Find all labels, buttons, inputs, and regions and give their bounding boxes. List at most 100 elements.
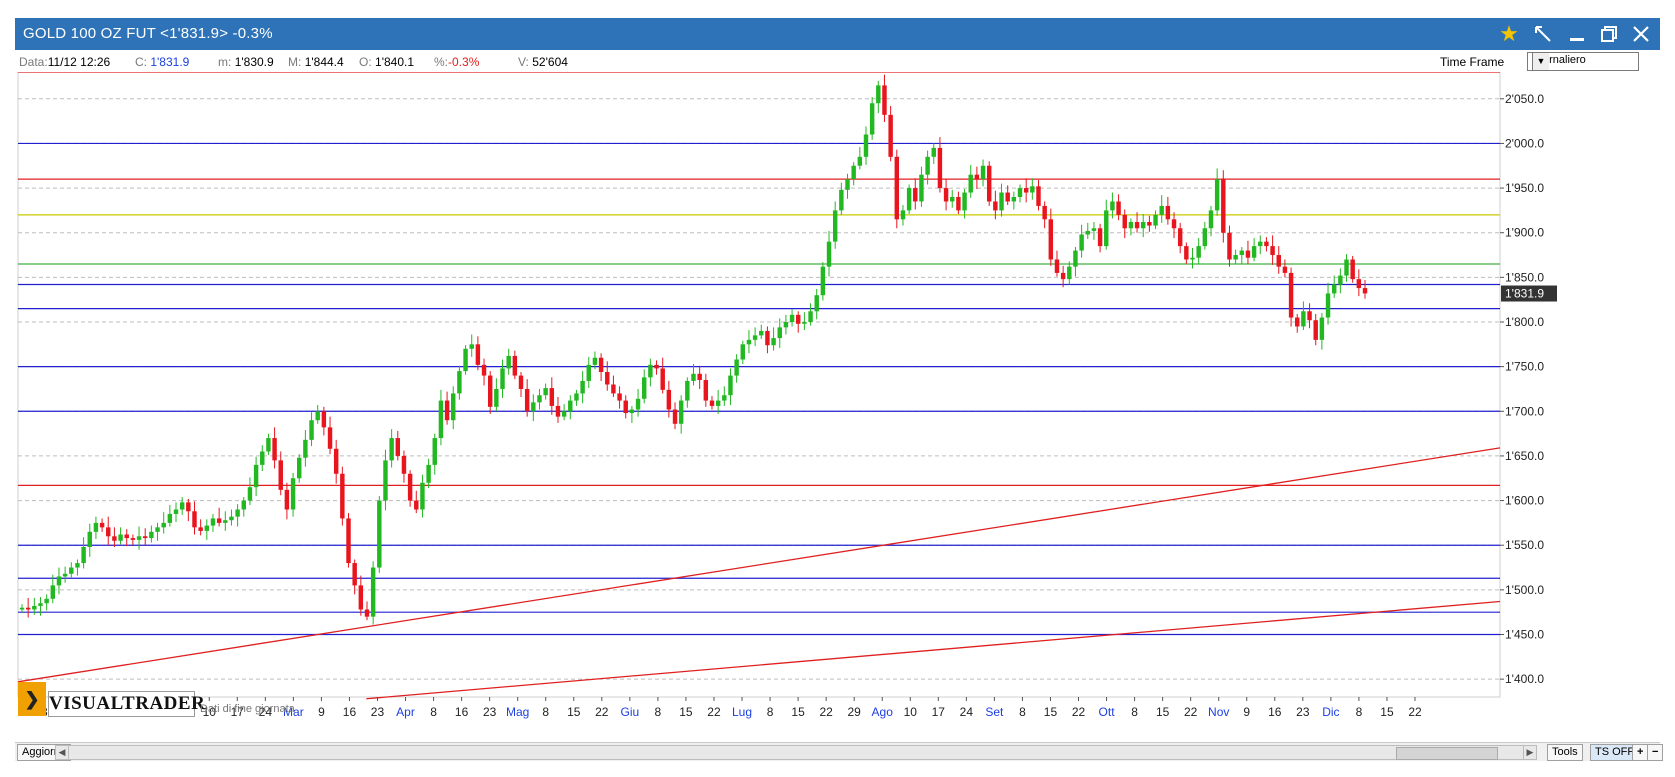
- y-tick-label: 1'700.0: [1505, 404, 1544, 418]
- candle-body: [315, 411, 320, 421]
- candle-body: [1356, 279, 1362, 289]
- info-close: C: 1'831.9: [135, 55, 190, 69]
- candle-body: [1060, 272, 1066, 280]
- candle-body: [44, 598, 49, 604]
- candle-body: [1202, 228, 1208, 247]
- x-tick-label: Ott: [1099, 705, 1116, 719]
- x-tick-label: 8: [1131, 705, 1138, 719]
- candle-body: [660, 368, 665, 390]
- candle-body: [666, 389, 672, 410]
- candle-body: [69, 567, 74, 574]
- candle-body: [1141, 222, 1146, 229]
- candle-body: [25, 607, 31, 610]
- x-tick-label: Giu: [621, 705, 640, 719]
- candle-body: [278, 460, 283, 490]
- chart-area[interactable]: 1'400.0 1'450.0 1'500.0 1'550.0 1'600.0 1'650…: [15, 71, 1660, 742]
- candle-body: [863, 134, 869, 157]
- candle-body: [401, 455, 407, 474]
- candle-body: [1023, 188, 1029, 193]
- candle-body: [1288, 272, 1294, 318]
- candle-body: [1301, 311, 1306, 327]
- candle-body: [869, 103, 875, 135]
- candle-body: [1054, 259, 1060, 273]
- candle-body: [993, 201, 998, 211]
- minimize-icon[interactable]: [1563, 20, 1591, 48]
- y-tick-label: 1'500.0: [1505, 583, 1544, 597]
- candle-body: [678, 400, 684, 424]
- tools-button[interactable]: Tools: [1547, 744, 1583, 761]
- x-tick-label: 15: [1044, 705, 1058, 719]
- x-tick-label: 8: [655, 705, 662, 719]
- candle-body: [740, 344, 746, 360]
- y-tick-label: 1'400.0: [1505, 672, 1544, 686]
- x-tick-label: 29: [848, 705, 862, 719]
- candle-body: [512, 355, 518, 376]
- candle-body: [777, 327, 782, 339]
- candle-body: [685, 380, 690, 401]
- x-tick-label: Set: [985, 705, 1004, 719]
- candle-body: [235, 509, 240, 517]
- window-title: GOLD 100 OZ FUT <1'831.9> -0.3%: [23, 25, 273, 42]
- scroll-left-icon[interactable]: ◀: [56, 746, 69, 759]
- candle-body: [611, 384, 616, 394]
- close-icon-glyph: [1633, 26, 1649, 42]
- candle-body: [370, 567, 376, 617]
- zoom-in-button[interactable]: +: [1632, 744, 1649, 761]
- zoom-out-button[interactable]: −: [1647, 744, 1664, 761]
- candle-body: [771, 338, 776, 346]
- last-price-label: 1'831.9: [1505, 287, 1544, 301]
- info-volume: V: 52'604: [518, 55, 568, 69]
- candle-body: [894, 156, 900, 220]
- candle-body: [925, 156, 930, 175]
- candle-body: [383, 460, 388, 501]
- candle-body: [56, 576, 62, 586]
- scroll-thumb[interactable]: [1396, 747, 1498, 760]
- candle-body: [38, 603, 43, 606]
- candle-body: [734, 359, 739, 376]
- price-chart[interactable]: 1'400.0 1'450.0 1'500.0 1'550.0 1'600.0 1'650…: [15, 71, 1660, 742]
- candle-body: [722, 395, 727, 401]
- horizontal-scrollbar[interactable]: ◀ ▶: [55, 745, 1537, 760]
- candle-body: [93, 522, 99, 532]
- candle-body: [297, 457, 302, 479]
- candle-body: [1264, 241, 1269, 247]
- scroll-right-icon[interactable]: ▶: [1523, 746, 1536, 759]
- candle-body: [333, 448, 339, 474]
- expand-arrow-icon[interactable]: ❯: [18, 682, 46, 716]
- candle-body: [814, 295, 819, 312]
- restore-icon[interactable]: [1595, 20, 1623, 48]
- candle-body: [796, 314, 801, 324]
- close-icon[interactable]: [1627, 20, 1655, 48]
- candle-body: [1313, 320, 1318, 340]
- x-tick-label: 10: [904, 705, 918, 719]
- x-tick-label: 15: [791, 705, 805, 719]
- candle-body: [543, 388, 548, 396]
- candle-body: [1258, 241, 1263, 247]
- title-bar[interactable]: GOLD 100 OZ FUT <1'831.9> -0.3% ★: [15, 18, 1660, 50]
- candle-body: [272, 438, 277, 461]
- candle-body: [537, 395, 542, 403]
- candle-body: [1270, 246, 1275, 256]
- chevron-down-icon[interactable]: ▼: [1532, 53, 1549, 70]
- candle-body: [1030, 186, 1035, 193]
- candle-body: [1153, 214, 1158, 226]
- timeframe-select[interactable]: Giornaliero ▼: [1527, 52, 1639, 71]
- candle-body: [592, 357, 598, 365]
- candle-body: [260, 451, 265, 465]
- candle-body: [974, 174, 980, 180]
- candle-body: [1048, 219, 1054, 260]
- candle-body: [1221, 179, 1226, 233]
- candle-body: [451, 393, 456, 421]
- star-icon[interactable]: ★: [1495, 20, 1523, 48]
- x-tick-label: 8: [1356, 705, 1363, 719]
- app-window: GOLD 100 OZ FUT <1'831.9> -0.3% ★ Data:1…: [0, 0, 1675, 777]
- x-tick-label: 15: [1380, 705, 1394, 719]
- y-tick-label: 1'750.0: [1505, 360, 1544, 374]
- candle-body: [629, 409, 635, 414]
- candle-body: [703, 380, 709, 401]
- candle-body: [697, 373, 702, 381]
- candle-body: [1116, 201, 1121, 215]
- candle-body: [463, 348, 468, 372]
- candle-body: [1011, 197, 1017, 202]
- pin-icon[interactable]: [1529, 20, 1557, 48]
